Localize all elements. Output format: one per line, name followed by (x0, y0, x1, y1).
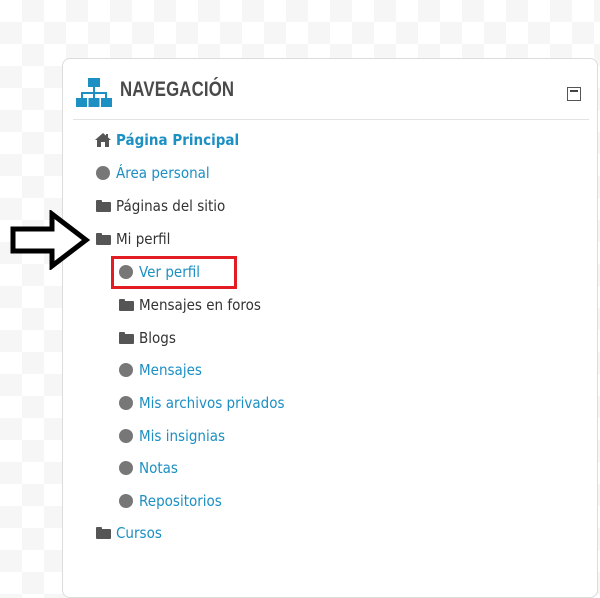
minimize-icon[interactable] (567, 87, 581, 101)
nav-item-label: Mensajes en foros (139, 296, 261, 314)
nav-item-mis-archivos-privados[interactable]: Mis archivos privados (118, 391, 301, 415)
home-icon (95, 128, 111, 152)
nav-item-notas[interactable]: Notas (118, 456, 182, 480)
nav-item-cursos[interactable]: Cursos (95, 521, 167, 545)
bullet-dot-icon (95, 161, 111, 185)
bullet-dot-icon (118, 391, 134, 415)
bullet-dot-icon (118, 260, 134, 284)
nav-item-area-personal[interactable]: Área personal (95, 161, 220, 185)
arrow-right-icon (10, 208, 91, 274)
sitemap-icon (76, 78, 112, 108)
nav-item-mensajes[interactable]: Mensajes (118, 358, 209, 382)
nav-item-label: Área personal (116, 164, 210, 182)
nav-item-ver-perfil[interactable]: Ver perfil (118, 260, 207, 284)
bullet-dot-icon (118, 358, 134, 382)
folder-icon (95, 194, 111, 218)
nav-item-blogs[interactable]: Blogs (118, 326, 180, 350)
nav-item-label: Notas (139, 459, 178, 477)
nav-item-label: Blogs (139, 329, 176, 347)
nav-item-paginas-sitio[interactable]: Páginas del sitio (95, 194, 237, 218)
folder-icon (118, 293, 134, 317)
nav-item-label: Ver perfil (139, 263, 201, 281)
folder-icon (95, 521, 111, 545)
bullet-dot-icon (118, 489, 134, 513)
block-header: NAVEGACIÓN (73, 73, 589, 120)
nav-item-label: Páginas del sitio (116, 197, 226, 215)
nav-item-label: Mis archivos privados (139, 394, 285, 412)
bullet-dot-icon (118, 456, 134, 480)
nav-item-mis-insignias[interactable]: Mis insignias (118, 424, 235, 448)
nav-item-mensajes-foros[interactable]: Mensajes en foros (118, 293, 274, 317)
nav-item-label: Página Principal (116, 131, 240, 149)
bullet-dot-icon (118, 424, 134, 448)
block-title: NAVEGACIÓN (120, 78, 235, 101)
nav-item-mi-perfil[interactable]: Mi perfil (95, 227, 176, 251)
nav-item-pagina-principal[interactable]: Página Principal (95, 128, 253, 152)
nav-item-repositorios[interactable]: Repositorios (118, 489, 231, 513)
nav-item-label: Mis insignias (139, 427, 226, 445)
nav-item-label: Cursos (116, 524, 162, 542)
nav-item-label: Repositorios (139, 492, 222, 510)
folder-icon (95, 227, 111, 251)
nav-item-label: Mensajes (139, 361, 202, 379)
folder-icon (118, 326, 134, 350)
nav-item-label: Mi perfil (116, 230, 171, 248)
